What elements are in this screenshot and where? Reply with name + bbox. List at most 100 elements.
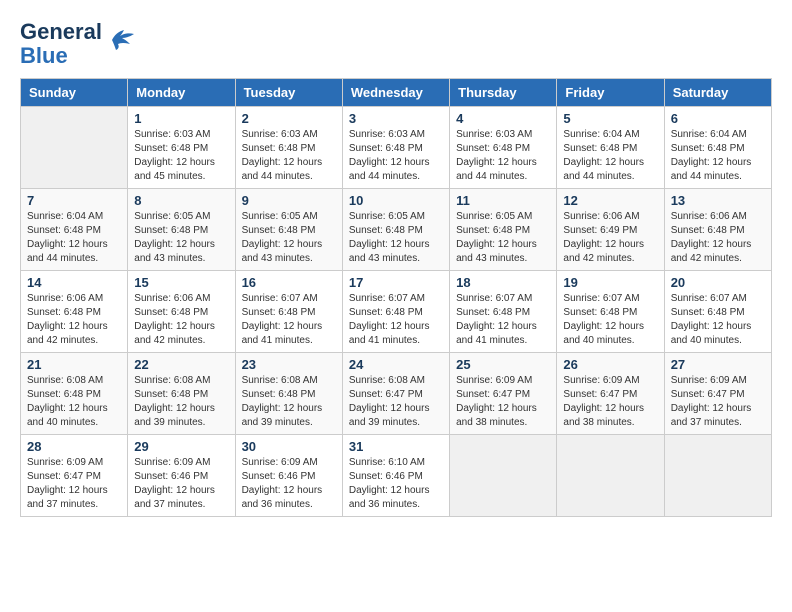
logo-general-text: General bbox=[20, 20, 102, 44]
day-info: Sunrise: 6:03 AM Sunset: 6:48 PM Dayligh… bbox=[134, 128, 228, 184]
calendar-cell: 2 Sunrise: 6:03 AM Sunset: 6:48 PM Daylig… bbox=[235, 107, 342, 189]
weekday-header-monday: Monday bbox=[128, 79, 235, 107]
day-number: 26 bbox=[563, 357, 657, 372]
day-info: Sunrise: 6:08 AM Sunset: 6:48 PM Dayligh… bbox=[27, 374, 121, 430]
calendar-cell: 13Sunrise: 6:06 AM Sunset: 6:48 PM Dayli… bbox=[664, 189, 771, 271]
day-number: 24 bbox=[349, 357, 443, 372]
day-number: 15 bbox=[134, 275, 228, 290]
day-info: Sunrise: 6:10 AM Sunset: 6:46 PM Dayligh… bbox=[349, 456, 443, 512]
day-info: Sunrise: 6:05 AM Sunset: 6:48 PM Dayligh… bbox=[134, 210, 228, 266]
calendar-cell: 5 Sunrise: 6:04 AM Sunset: 6:48 PM Daylig… bbox=[557, 107, 664, 189]
calendar-cell bbox=[664, 435, 771, 517]
calendar-week-5: 28Sunrise: 6:09 AM Sunset: 6:47 PM Dayli… bbox=[21, 435, 772, 517]
day-number: 25 bbox=[456, 357, 550, 372]
day-number: 13 bbox=[671, 193, 765, 208]
day-info: Sunrise: 6:03 AM Sunset: 6:48 PM Dayligh… bbox=[349, 128, 443, 184]
day-info: Sunrise: 6:04 AM Sunset: 6:48 PM Dayligh… bbox=[27, 210, 121, 266]
calendar-cell: 9Sunrise: 6:05 AM Sunset: 6:48 PM Daylig… bbox=[235, 189, 342, 271]
calendar-cell: 26 Sunrise: 6:09 AM Sunset: 6:47 PM Dayli… bbox=[557, 353, 664, 435]
day-info: Sunrise: 6:08 AM Sunset: 6:47 PM Dayligh… bbox=[349, 374, 443, 430]
weekday-row: SundayMondayTuesdayWednesdayThursdayFrid… bbox=[21, 79, 772, 107]
calendar-cell: 1Sunrise: 6:03 AM Sunset: 6:48 PM Daylig… bbox=[128, 107, 235, 189]
day-info: Sunrise: 6:03 AM Sunset: 6:48 PM Dayligh… bbox=[456, 128, 550, 184]
calendar-cell: 8 Sunrise: 6:05 AM Sunset: 6:48 PM Daylig… bbox=[128, 189, 235, 271]
day-info: Sunrise: 6:07 AM Sunset: 6:48 PM Dayligh… bbox=[456, 292, 550, 348]
day-info: Sunrise: 6:09 AM Sunset: 6:47 PM Dayligh… bbox=[456, 374, 550, 430]
calendar-cell bbox=[21, 107, 128, 189]
calendar-cell: 4 Sunrise: 6:03 AM Sunset: 6:48 PM Daylig… bbox=[450, 107, 557, 189]
calendar-cell: 7Sunrise: 6:04 AM Sunset: 6:48 PM Daylig… bbox=[21, 189, 128, 271]
calendar-cell: 3Sunrise: 6:03 AM Sunset: 6:48 PM Daylig… bbox=[342, 107, 449, 189]
day-info: Sunrise: 6:07 AM Sunset: 6:48 PM Dayligh… bbox=[563, 292, 657, 348]
logo-blue-text: Blue bbox=[20, 44, 102, 68]
day-number: 29 bbox=[134, 439, 228, 454]
calendar-cell bbox=[450, 435, 557, 517]
day-number: 4 bbox=[456, 111, 550, 126]
calendar-week-2: 7Sunrise: 6:04 AM Sunset: 6:48 PM Daylig… bbox=[21, 189, 772, 271]
day-info: Sunrise: 6:04 AM Sunset: 6:48 PM Dayligh… bbox=[563, 128, 657, 184]
day-number: 8 bbox=[134, 193, 228, 208]
calendar-cell: 15 Sunrise: 6:06 AM Sunset: 6:48 PM Dayli… bbox=[128, 271, 235, 353]
calendar-cell: 11Sunrise: 6:05 AM Sunset: 6:48 PM Dayli… bbox=[450, 189, 557, 271]
page-header: General Blue bbox=[20, 20, 772, 68]
calendar-cell: 14Sunrise: 6:06 AM Sunset: 6:48 PM Dayli… bbox=[21, 271, 128, 353]
calendar-week-1: 1Sunrise: 6:03 AM Sunset: 6:48 PM Daylig… bbox=[21, 107, 772, 189]
calendar-cell bbox=[557, 435, 664, 517]
calendar-cell: 22 Sunrise: 6:08 AM Sunset: 6:48 PM Dayli… bbox=[128, 353, 235, 435]
day-info: Sunrise: 6:04 AM Sunset: 6:48 PM Dayligh… bbox=[671, 128, 765, 184]
day-number: 22 bbox=[134, 357, 228, 372]
day-number: 23 bbox=[242, 357, 336, 372]
calendar-cell: 20 Sunrise: 6:07 AM Sunset: 6:48 PM Dayli… bbox=[664, 271, 771, 353]
day-info: Sunrise: 6:05 AM Sunset: 6:48 PM Dayligh… bbox=[349, 210, 443, 266]
day-info: Sunrise: 6:03 AM Sunset: 6:48 PM Dayligh… bbox=[242, 128, 336, 184]
day-number: 18 bbox=[456, 275, 550, 290]
day-number: 28 bbox=[27, 439, 121, 454]
day-info: Sunrise: 6:07 AM Sunset: 6:48 PM Dayligh… bbox=[671, 292, 765, 348]
day-number: 16 bbox=[242, 275, 336, 290]
day-info: Sunrise: 6:09 AM Sunset: 6:46 PM Dayligh… bbox=[242, 456, 336, 512]
weekday-header-sunday: Sunday bbox=[21, 79, 128, 107]
day-info: Sunrise: 6:07 AM Sunset: 6:48 PM Dayligh… bbox=[242, 292, 336, 348]
day-number: 9 bbox=[242, 193, 336, 208]
day-number: 5 bbox=[563, 111, 657, 126]
calendar-cell: 28Sunrise: 6:09 AM Sunset: 6:47 PM Dayli… bbox=[21, 435, 128, 517]
day-number: 6 bbox=[671, 111, 765, 126]
day-info: Sunrise: 6:06 AM Sunset: 6:48 PM Dayligh… bbox=[134, 292, 228, 348]
calendar-cell: 21 Sunrise: 6:08 AM Sunset: 6:48 PM Dayli… bbox=[21, 353, 128, 435]
day-number: 10 bbox=[349, 193, 443, 208]
day-info: Sunrise: 6:06 AM Sunset: 6:49 PM Dayligh… bbox=[563, 210, 657, 266]
day-info: Sunrise: 6:08 AM Sunset: 6:48 PM Dayligh… bbox=[134, 374, 228, 430]
day-number: 19 bbox=[563, 275, 657, 290]
calendar-cell: 16 Sunrise: 6:07 AM Sunset: 6:48 PM Dayli… bbox=[235, 271, 342, 353]
calendar-header: SundayMondayTuesdayWednesdayThursdayFrid… bbox=[21, 79, 772, 107]
calendar-cell: 18 Sunrise: 6:07 AM Sunset: 6:48 PM Dayli… bbox=[450, 271, 557, 353]
calendar-cell: 25 Sunrise: 6:09 AM Sunset: 6:47 PM Dayli… bbox=[450, 353, 557, 435]
weekday-header-wednesday: Wednesday bbox=[342, 79, 449, 107]
logo: General Blue bbox=[20, 20, 140, 68]
day-number: 2 bbox=[242, 111, 336, 126]
day-number: 12 bbox=[563, 193, 657, 208]
weekday-header-tuesday: Tuesday bbox=[235, 79, 342, 107]
day-number: 20 bbox=[671, 275, 765, 290]
weekday-header-saturday: Saturday bbox=[664, 79, 771, 107]
calendar-cell: 6 Sunrise: 6:04 AM Sunset: 6:48 PM Daylig… bbox=[664, 107, 771, 189]
weekday-header-thursday: Thursday bbox=[450, 79, 557, 107]
day-number: 17 bbox=[349, 275, 443, 290]
day-number: 27 bbox=[671, 357, 765, 372]
calendar-body: 1Sunrise: 6:03 AM Sunset: 6:48 PM Daylig… bbox=[21, 107, 772, 517]
calendar-week-4: 21 Sunrise: 6:08 AM Sunset: 6:48 PM Dayli… bbox=[21, 353, 772, 435]
calendar-cell: 17Sunrise: 6:07 AM Sunset: 6:48 PM Dayli… bbox=[342, 271, 449, 353]
day-number: 21 bbox=[27, 357, 121, 372]
day-number: 11 bbox=[456, 193, 550, 208]
day-info: Sunrise: 6:09 AM Sunset: 6:46 PM Dayligh… bbox=[134, 456, 228, 512]
day-info: Sunrise: 6:09 AM Sunset: 6:47 PM Dayligh… bbox=[671, 374, 765, 430]
calendar-table: SundayMondayTuesdayWednesdayThursdayFrid… bbox=[20, 78, 772, 517]
day-info: Sunrise: 6:08 AM Sunset: 6:48 PM Dayligh… bbox=[242, 374, 336, 430]
logo-bird-icon bbox=[104, 22, 140, 58]
calendar-cell: 19 Sunrise: 6:07 AM Sunset: 6:48 PM Dayli… bbox=[557, 271, 664, 353]
calendar-cell: 27 Sunrise: 6:09 AM Sunset: 6:47 PM Dayli… bbox=[664, 353, 771, 435]
weekday-header-friday: Friday bbox=[557, 79, 664, 107]
day-info: Sunrise: 6:06 AM Sunset: 6:48 PM Dayligh… bbox=[27, 292, 121, 348]
day-number: 30 bbox=[242, 439, 336, 454]
day-info: Sunrise: 6:09 AM Sunset: 6:47 PM Dayligh… bbox=[563, 374, 657, 430]
